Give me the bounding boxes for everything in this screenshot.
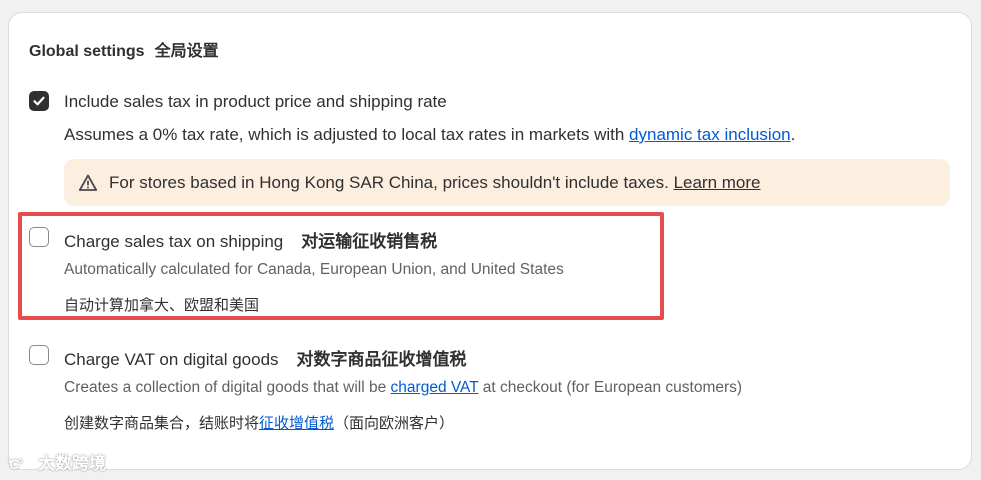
charge-vat-help: Creates a collection of digital goods th…: [64, 379, 742, 397]
charge-vat-label-zh: 对数字商品征收增值税: [296, 350, 467, 369]
include-tax-help-suffix: .: [790, 125, 796, 144]
charge-vat-checkbox[interactable]: [29, 345, 49, 365]
charge-vat-help-text: Creates a collection of digital goods th…: [64, 379, 391, 396]
charge-vat-help-zh-text: 创建数字商品集合，结账时将: [64, 415, 260, 432]
section-title-zh: 全局设置: [154, 43, 219, 60]
charged-vat-link[interactable]: charged VAT: [391, 379, 479, 396]
learn-more-link[interactable]: Learn more: [674, 173, 761, 192]
watermark-logo: 'C°: [8, 456, 23, 472]
include-tax-help: Assumes a 0% tax rate, which is adjusted…: [64, 125, 795, 145]
banner-message: For stores based in Hong Kong SAR China,…: [109, 173, 674, 192]
charge-vat-help-zh-suffix: （面向欧洲客户）: [334, 415, 455, 432]
include-tax-help-text: Assumes a 0% tax rate, which is adjusted…: [64, 125, 630, 144]
banner-text: For stores based in Hong Kong SAR China,…: [109, 173, 761, 193]
section-title-en: Global settings: [29, 43, 145, 60]
watermark: 'C° 大数跨境: [8, 449, 106, 474]
include-tax-label[interactable]: Include sales tax in product price and s…: [64, 92, 447, 112]
include-tax-label-text: Include sales tax in product price and s…: [64, 92, 447, 111]
highlight-box: [18, 212, 664, 320]
section-title: Global settings 全局设置: [29, 37, 219, 61]
charge-vat-label-text: Charge VAT on digital goods: [64, 350, 279, 369]
warning-triangle-icon: [78, 174, 98, 191]
dynamic-tax-inclusion-link[interactable]: dynamic tax inclusion: [629, 125, 791, 144]
include-tax-checkbox[interactable]: [29, 91, 49, 111]
charge-vat-help-zh: 创建数字商品集合，结账时将征收增值税（面向欧洲客户）: [64, 412, 454, 433]
global-settings-card: Global settings 全局设置 Include sales tax in…: [8, 12, 972, 470]
charge-vat-zh-link[interactable]: 征收增值税: [259, 415, 334, 432]
charge-vat-label[interactable]: Charge VAT on digital goods 对数字商品征收增值税: [64, 345, 467, 370]
watermark-text: 大数跨境: [38, 454, 106, 473]
charge-vat-help-suffix: at checkout (for European customers): [478, 379, 743, 396]
hong-kong-warning-banner: For stores based in Hong Kong SAR China,…: [64, 159, 950, 206]
checkmark-icon: [33, 96, 45, 106]
